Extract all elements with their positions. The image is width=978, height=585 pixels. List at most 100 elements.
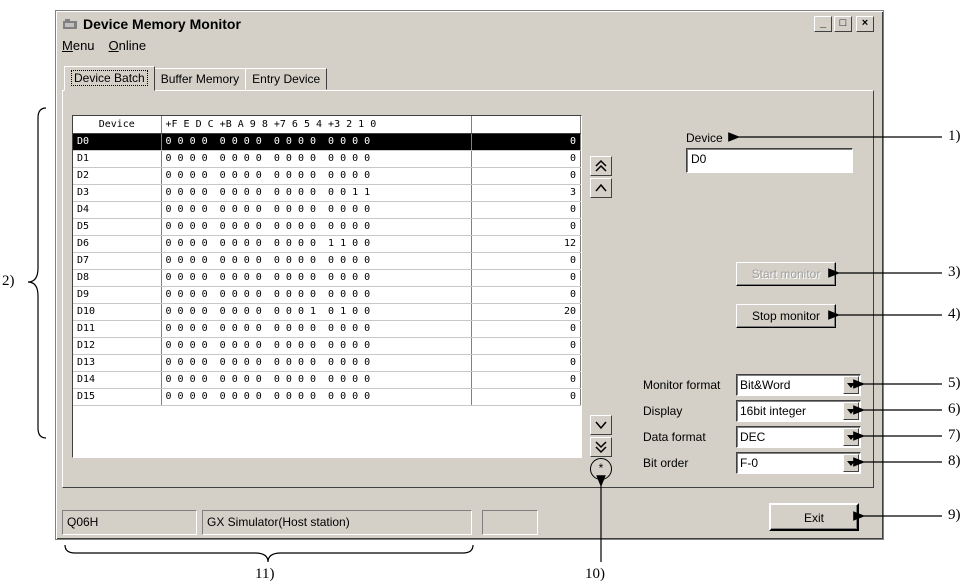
table-row[interactable]: D4 0 0 0 0 0 0 0 0 0 0 0 0 0 0 0 00 <box>73 201 581 219</box>
tab-strip: Device Batch Buffer Memory Entry Device <box>64 66 328 91</box>
value-cell: 0 <box>471 252 581 270</box>
bits-cell: 0 0 0 0 0 0 0 0 0 0 0 0 0 0 0 0 <box>161 371 472 389</box>
bit-order-value: F-0 <box>740 456 758 470</box>
annotation-11: 11) <box>255 566 275 582</box>
table-row[interactable]: D8 0 0 0 0 0 0 0 0 0 0 0 0 0 0 0 00 <box>73 269 581 287</box>
table-row[interactable]: D3 0 0 0 0 0 0 0 0 0 0 0 0 0 0 1 13 <box>73 184 581 202</box>
exit-button[interactable]: Exit <box>769 503 859 531</box>
bits-cell: 0 0 0 0 0 0 0 0 0 0 0 0 0 0 0 0 <box>161 354 472 372</box>
monitor-format-select[interactable]: Bit&Word <box>736 374 861 396</box>
bits-cell: 0 0 0 0 0 0 0 0 0 0 0 0 0 0 0 0 <box>161 388 472 406</box>
status-extra <box>482 510 538 535</box>
page-up-button[interactable] <box>590 156 612 176</box>
device-cell: D1 <box>73 150 162 168</box>
bits-cell: 0 0 0 0 0 0 0 0 0 0 0 0 0 0 0 0 <box>161 167 472 185</box>
tab-entry-device[interactable]: Entry Device <box>245 68 328 90</box>
data-format-value: DEC <box>740 430 766 444</box>
maximize-button[interactable]: □ <box>834 16 852 32</box>
value-cell: 0 <box>471 286 581 304</box>
bits-cell: 0 0 0 0 0 0 0 0 0 0 0 0 0 0 0 0 <box>161 252 472 270</box>
annotation-7: 7) <box>948 427 961 443</box>
double-chevron-down-icon <box>595 441 607 454</box>
device-cell: D12 <box>73 337 162 355</box>
value-cell: 20 <box>471 303 581 321</box>
monitor-format-label: Monitor format <box>643 378 721 392</box>
table-row[interactable]: D11 0 0 0 0 0 0 0 0 0 0 0 0 0 0 0 00 <box>73 320 581 338</box>
bits-cell: 0 0 0 0 0 0 0 0 0 0 0 0 0 0 0 0 <box>161 201 472 219</box>
value-cell: 12 <box>471 235 581 253</box>
table-row[interactable]: D5 0 0 0 0 0 0 0 0 0 0 0 0 0 0 0 00 <box>73 218 581 236</box>
annotation-3: 3) <box>948 264 961 280</box>
bit-order-label: Bit order <box>643 456 689 470</box>
dropdown-arrow-icon[interactable] <box>843 402 859 420</box>
device-cell: D2 <box>73 167 162 185</box>
jump-button[interactable]: * <box>590 458 612 480</box>
bits-cell: 0 0 0 0 0 0 0 0 0 0 0 0 0 0 0 0 <box>161 218 472 236</box>
page-down-button[interactable] <box>590 437 612 457</box>
bits-cell: 0 0 0 0 0 0 0 0 0 0 0 0 1 1 0 0 <box>161 235 472 253</box>
device-cell: D6 <box>73 235 162 253</box>
dropdown-arrow-icon[interactable] <box>843 454 859 472</box>
device-input[interactable]: D0 <box>686 148 853 173</box>
start-monitor-button[interactable]: Start monitor <box>736 262 836 286</box>
table-row[interactable]: D2 0 0 0 0 0 0 0 0 0 0 0 0 0 0 0 00 <box>73 167 581 185</box>
close-button[interactable]: × <box>856 16 874 32</box>
table-row[interactable]: D6 0 0 0 0 0 0 0 0 0 0 0 0 1 1 0 0 12 <box>73 235 581 253</box>
device-cell: D3 <box>73 184 162 202</box>
display-select[interactable]: 16bit integer <box>736 400 861 422</box>
data-format-select[interactable]: DEC <box>736 426 861 448</box>
table-row[interactable]: D12 0 0 0 0 0 0 0 0 0 0 0 0 0 0 0 00 <box>73 337 581 355</box>
device-cell: D8 <box>73 269 162 287</box>
value-cell: 0 <box>471 218 581 236</box>
table-row[interactable]: D15 0 0 0 0 0 0 0 0 0 0 0 0 0 0 0 00 <box>73 388 581 406</box>
table-row[interactable]: D7 0 0 0 0 0 0 0 0 0 0 0 0 0 0 0 00 <box>73 252 581 270</box>
device-label: Device <box>686 131 723 145</box>
annotation-5: 5) <box>948 375 961 391</box>
status-cpu: Q06H <box>62 510 197 535</box>
menu-item-online[interactable]: Online <box>109 38 147 53</box>
minimize-button[interactable]: _ <box>814 16 832 32</box>
grid-header-device: Device <box>73 116 162 134</box>
bits-cell: 0 0 0 0 0 0 0 0 0 0 0 0 0 0 0 0 <box>161 269 472 287</box>
device-grid[interactable]: Device +F E D C +B A 9 8 +7 6 5 4 +3 2 1… <box>72 115 582 458</box>
table-row[interactable]: D14 0 0 0 0 0 0 0 0 0 0 0 0 0 0 0 00 <box>73 371 581 389</box>
value-cell: 0 <box>471 388 581 406</box>
table-row[interactable]: D9 0 0 0 0 0 0 0 0 0 0 0 0 0 0 0 00 <box>73 286 581 304</box>
line-down-button[interactable] <box>590 415 612 435</box>
bits-cell: 0 0 0 0 0 0 0 0 0 0 0 0 0 0 0 0 <box>161 286 472 304</box>
table-row[interactable]: D10 0 0 0 0 0 0 0 0 0 0 0 1 0 1 0 0 20 <box>73 303 581 321</box>
callout-2-brace <box>27 107 47 439</box>
value-cell: 0 <box>471 201 581 219</box>
value-cell: 0 <box>471 320 581 338</box>
bits-cell: 0 0 0 0 0 0 0 0 0 0 0 0 0 0 0 0 <box>161 133 472 151</box>
display-value: 16bit integer <box>740 404 807 418</box>
value-cell: 0 <box>471 167 581 185</box>
chevron-up-icon <box>595 183 607 192</box>
device-cell: D15 <box>73 388 162 406</box>
value-cell: 0 <box>471 150 581 168</box>
tab-device-batch[interactable]: Device Batch <box>64 66 155 91</box>
value-cell: 0 <box>471 133 581 151</box>
dropdown-arrow-icon[interactable] <box>843 428 859 446</box>
table-row[interactable]: D0 0 0 0 0 0 0 0 0 0 0 0 0 0 0 0 00 <box>73 133 581 151</box>
grid-header-bits: +F E D C +B A 9 8 +7 6 5 4 +3 2 1 0 <box>161 116 472 134</box>
annotation-10: 10) <box>585 566 605 582</box>
device-cell: D10 <box>73 303 162 321</box>
bits-cell: 0 0 0 0 0 0 0 0 0 0 0 0 0 0 0 0 <box>161 150 472 168</box>
line-up-button[interactable] <box>590 178 612 198</box>
app-icon <box>63 18 79 30</box>
menu-item-menu[interactable]: Menu <box>62 38 95 53</box>
bit-order-select[interactable]: F-0 <box>736 452 861 474</box>
bits-cell: 0 0 0 0 0 0 0 0 0 0 0 0 0 0 0 0 <box>161 320 472 338</box>
device-cell: D13 <box>73 354 162 372</box>
bits-cell: 0 0 0 0 0 0 0 0 0 0 0 0 0 0 1 1 <box>161 184 472 202</box>
tab-buffer-memory[interactable]: Buffer Memory <box>153 68 247 90</box>
dropdown-arrow-icon[interactable] <box>843 376 859 394</box>
device-cell: D4 <box>73 201 162 219</box>
annotation-1: 1) <box>948 128 961 144</box>
stop-monitor-button[interactable]: Stop monitor <box>736 304 836 328</box>
double-chevron-up-icon <box>595 159 607 172</box>
table-row[interactable]: D13 0 0 0 0 0 0 0 0 0 0 0 0 0 0 0 00 <box>73 354 581 372</box>
device-cell: D14 <box>73 371 162 389</box>
table-row[interactable]: D1 0 0 0 0 0 0 0 0 0 0 0 0 0 0 0 00 <box>73 150 581 168</box>
